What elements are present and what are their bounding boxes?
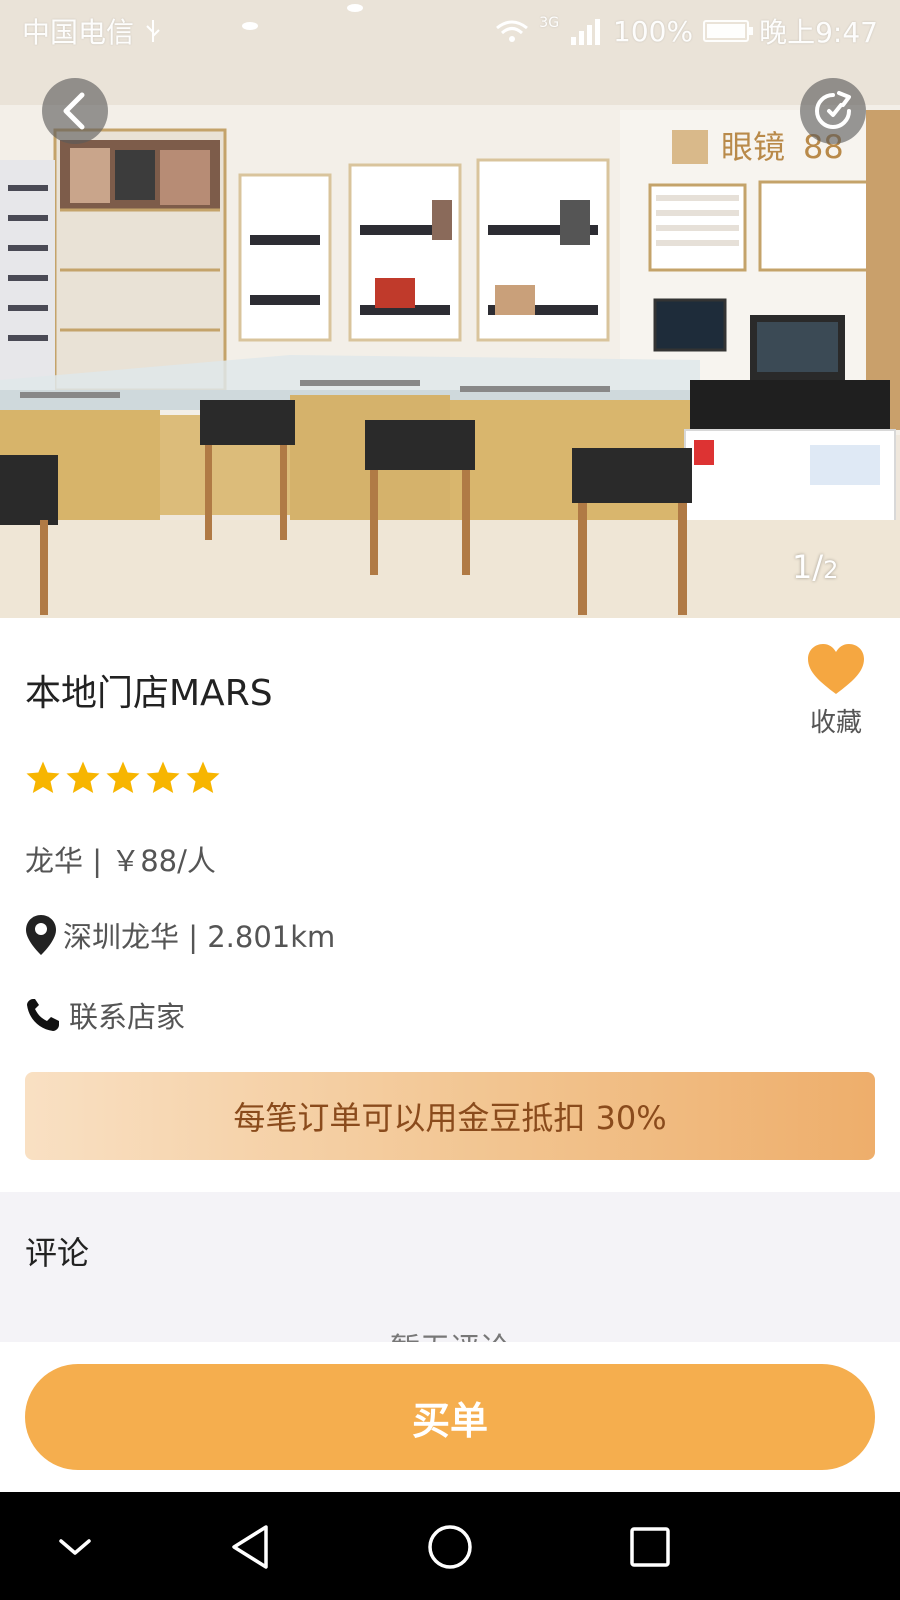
rating-stars bbox=[25, 760, 221, 796]
area-price-info: 龙华 | ￥88/人 bbox=[25, 838, 216, 880]
star-icon bbox=[66, 761, 100, 793]
contact-text: 联系店家 bbox=[69, 1000, 186, 1034]
reviews-section: 评论 暂无评论 bbox=[0, 1192, 900, 1342]
usb-icon bbox=[146, 20, 160, 42]
location-pin-icon bbox=[26, 915, 56, 955]
star-icon bbox=[186, 761, 220, 793]
favorite-label: 收藏 bbox=[809, 708, 862, 738]
pager-total: 2 bbox=[823, 556, 839, 584]
nav-recent-icon bbox=[630, 1527, 670, 1567]
battery-percent: 100% bbox=[613, 14, 694, 48]
heart-icon bbox=[808, 644, 864, 694]
pager-current: 1 bbox=[792, 548, 813, 586]
image-pager: 1/2 bbox=[792, 548, 838, 586]
wifi-icon bbox=[496, 20, 529, 42]
back-button[interactable] bbox=[42, 78, 108, 144]
store-photo: 眼镜 88 bbox=[0, 0, 900, 618]
nav-hide-button[interactable] bbox=[40, 1512, 110, 1582]
back-icon bbox=[63, 92, 85, 130]
nav-down-icon bbox=[59, 1539, 91, 1555]
status-bar: 中国电信 3G 100% 晚上9:47 bbox=[0, 0, 900, 62]
refresh-icon bbox=[815, 91, 851, 129]
star-icon bbox=[146, 761, 180, 793]
nav-back-icon bbox=[232, 1525, 268, 1569]
gold-bean-promo-banner: 每笔订单可以用金豆抵扣 30% bbox=[25, 1072, 875, 1160]
signal-icon bbox=[571, 19, 601, 45]
nav-home-button[interactable] bbox=[415, 1512, 485, 1582]
phone-icon bbox=[27, 999, 59, 1031]
reviews-empty-text: 暂无评论 bbox=[0, 1324, 900, 1342]
network-type: 3G bbox=[539, 15, 560, 31]
area-price-text: 龙华 | ￥88/人 bbox=[25, 844, 216, 878]
buy-button[interactable]: 买单 bbox=[25, 1364, 875, 1470]
nav-back-button[interactable] bbox=[215, 1512, 285, 1582]
star-icon bbox=[106, 761, 140, 793]
clock: 晚上9:47 bbox=[759, 16, 878, 49]
reviews-title: 评论 bbox=[25, 1234, 90, 1272]
refresh-button[interactable] bbox=[800, 78, 866, 144]
location-row[interactable]: 深圳龙华 | 2.801km bbox=[25, 914, 335, 956]
contact-store-row[interactable]: 联系店家 bbox=[25, 994, 185, 1036]
promo-text: 每笔订单可以用金豆抵扣 30% bbox=[233, 1099, 667, 1137]
pager-separator: / bbox=[812, 548, 824, 586]
shop-name: 本地门店MARS bbox=[25, 673, 273, 714]
bottom-action-bar: 买单 bbox=[0, 1342, 900, 1492]
system-navigation-bar bbox=[0, 1492, 900, 1600]
favorite-button[interactable]: 收藏 bbox=[796, 644, 876, 739]
store-photo-carousel[interactable]: 眼镜 88 中国电信 3G 100% 晚上9:47 1/2 bbox=[0, 0, 900, 618]
nav-home-icon bbox=[428, 1525, 472, 1569]
battery-icon bbox=[703, 20, 754, 42]
store-sign-text: 眼镜 bbox=[721, 128, 785, 166]
location-text: 深圳龙华 | 2.801km bbox=[63, 920, 336, 954]
star-icon bbox=[26, 761, 60, 793]
carrier-label: 中国电信 bbox=[22, 16, 135, 49]
nav-recent-button[interactable] bbox=[615, 1512, 685, 1582]
